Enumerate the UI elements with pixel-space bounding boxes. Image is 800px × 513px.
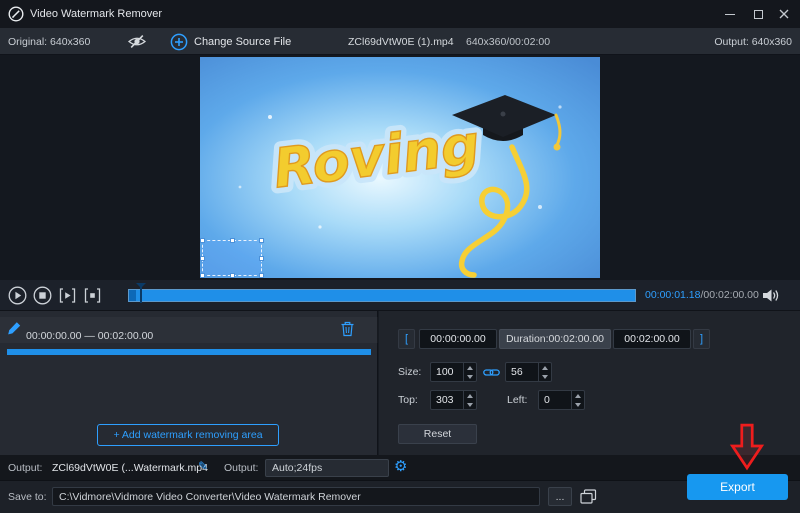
timeline-start-handle[interactable] bbox=[129, 290, 136, 301]
resize-handle-e[interactable] bbox=[259, 256, 264, 261]
title-bar: Video Watermark Remover bbox=[0, 0, 800, 28]
app-logo-icon bbox=[8, 6, 24, 22]
link-aspect-icon[interactable] bbox=[483, 367, 500, 378]
resize-handle-n[interactable] bbox=[230, 238, 235, 243]
top-label: Top: bbox=[398, 394, 418, 406]
toolbar: Original: 640x360 Change Source File ZCl… bbox=[0, 28, 800, 55]
resize-handle-sw[interactable] bbox=[200, 273, 205, 278]
left-spin bbox=[571, 391, 584, 409]
format-settings-gear-icon[interactable]: ⚙ bbox=[394, 457, 407, 475]
export-button[interactable]: Export bbox=[687, 474, 788, 500]
app-window: Video Watermark Remover Original: 640x36… bbox=[0, 0, 800, 513]
segment-stop-button[interactable] bbox=[83, 286, 102, 305]
watermark-areas-panel: 00:00:00.00 — 00:02:00.00 + Add watermar… bbox=[0, 311, 378, 455]
play-button[interactable] bbox=[8, 286, 27, 305]
save-row: Save to: ... bbox=[0, 481, 800, 513]
height-down-arrow[interactable] bbox=[539, 372, 551, 381]
maximize-icon bbox=[754, 10, 763, 19]
change-source-file-button[interactable]: Change Source File bbox=[170, 33, 291, 51]
open-folder-icon[interactable] bbox=[580, 489, 597, 504]
resize-handle-nw[interactable] bbox=[200, 238, 205, 243]
top-down-arrow[interactable] bbox=[464, 400, 476, 409]
left-stepper bbox=[538, 390, 585, 410]
original-resolution-label: Original: 640x360 bbox=[8, 36, 90, 48]
reset-button[interactable]: Reset bbox=[398, 424, 477, 444]
start-time-field bbox=[419, 329, 497, 349]
close-icon bbox=[779, 9, 789, 19]
stop-button[interactable] bbox=[33, 286, 52, 305]
save-path-input[interactable] bbox=[52, 487, 540, 506]
player-controls: 00:00:01.18/00:02:00.00 bbox=[0, 280, 800, 311]
browse-button[interactable]: ... bbox=[548, 487, 572, 506]
set-end-bracket-button[interactable]: ] bbox=[693, 329, 710, 349]
resize-handle-ne[interactable] bbox=[259, 238, 264, 243]
left-label: Left: bbox=[507, 394, 527, 406]
start-time-input[interactable] bbox=[420, 330, 496, 348]
total-time: /00:02:00.00 bbox=[700, 289, 758, 301]
area-timeline-bar[interactable] bbox=[7, 349, 371, 355]
format-label: Output: bbox=[224, 462, 258, 474]
resize-handle-s[interactable] bbox=[230, 273, 235, 278]
end-time-input[interactable] bbox=[614, 330, 690, 348]
area-settings-panel: [ Duration:00:02:00.00 ] Size: bbox=[379, 311, 800, 455]
watermark-selection-box[interactable] bbox=[202, 240, 262, 276]
timeline-slider[interactable] bbox=[128, 289, 636, 302]
video-frame: Roving Roving bbox=[200, 57, 600, 278]
height-input[interactable] bbox=[506, 363, 538, 381]
width-input[interactable] bbox=[431, 363, 463, 381]
output-filename: ZCl69dVtW0E (...Watermark.mp4 bbox=[52, 462, 208, 474]
minimize-button[interactable] bbox=[716, 0, 744, 28]
set-start-bracket-button[interactable]: [ bbox=[398, 329, 415, 349]
segment-play-button[interactable] bbox=[58, 286, 77, 305]
time-display: 00:00:01.18/00:02:00.00 bbox=[645, 289, 759, 301]
top-stepper bbox=[430, 390, 477, 410]
top-spin bbox=[463, 391, 476, 409]
volume-icon[interactable] bbox=[762, 288, 781, 303]
size-label: Size: bbox=[398, 366, 421, 378]
height-spin bbox=[538, 363, 551, 381]
width-down-arrow[interactable] bbox=[464, 372, 476, 381]
top-up-arrow[interactable] bbox=[464, 391, 476, 400]
left-down-arrow[interactable] bbox=[572, 400, 584, 409]
source-filename: ZCl69dVtW0E (1).mp4 bbox=[348, 36, 454, 48]
output-label: Output: bbox=[8, 462, 42, 474]
add-source-plus-icon bbox=[170, 33, 188, 51]
edit-filename-icon[interactable]: ✎ bbox=[198, 459, 208, 473]
playhead-marker[interactable] bbox=[140, 286, 142, 303]
left-up-arrow[interactable] bbox=[572, 391, 584, 400]
close-button[interactable] bbox=[770, 0, 798, 28]
resize-handle-w[interactable] bbox=[200, 256, 205, 261]
output-resolution-label: Output: 640x360 bbox=[714, 36, 792, 48]
source-resolution-duration: 640x360/00:02:00 bbox=[466, 36, 550, 48]
watermark-area-row[interactable]: 00:00:00.00 — 00:02:00.00 bbox=[0, 317, 378, 343]
width-spin bbox=[463, 363, 476, 381]
maximize-button[interactable] bbox=[744, 0, 772, 28]
preview-area: Roving Roving bbox=[0, 55, 800, 280]
add-watermark-area-button[interactable]: + Add watermark removing area bbox=[97, 424, 279, 446]
width-up-arrow[interactable] bbox=[464, 363, 476, 372]
save-to-label: Save to: bbox=[8, 491, 47, 503]
height-stepper bbox=[505, 362, 552, 382]
top-input[interactable] bbox=[431, 391, 463, 409]
delete-area-trash-icon[interactable] bbox=[340, 321, 355, 337]
change-source-label: Change Source File bbox=[194, 36, 291, 48]
current-time: 00:00:01.18 bbox=[645, 289, 700, 301]
duration-display: Duration:00:02:00.00 bbox=[499, 329, 611, 349]
end-time-field bbox=[613, 329, 691, 349]
hide-preview-eye-off-icon[interactable] bbox=[128, 34, 146, 49]
output-row: Output: ZCl69dVtW0E (...Watermark.mp4 ✎ … bbox=[0, 455, 800, 481]
format-dropdown[interactable]: Auto;24fps bbox=[265, 459, 389, 477]
area-time-range: 00:00:00.00 — 00:02:00.00 bbox=[26, 330, 153, 342]
resize-handle-se[interactable] bbox=[259, 273, 264, 278]
minimize-icon bbox=[725, 14, 735, 15]
window-title: Video Watermark Remover bbox=[30, 8, 162, 20]
area-pen-icon bbox=[7, 321, 22, 336]
height-up-arrow[interactable] bbox=[539, 363, 551, 372]
width-stepper bbox=[430, 362, 477, 382]
left-input[interactable] bbox=[539, 391, 571, 409]
